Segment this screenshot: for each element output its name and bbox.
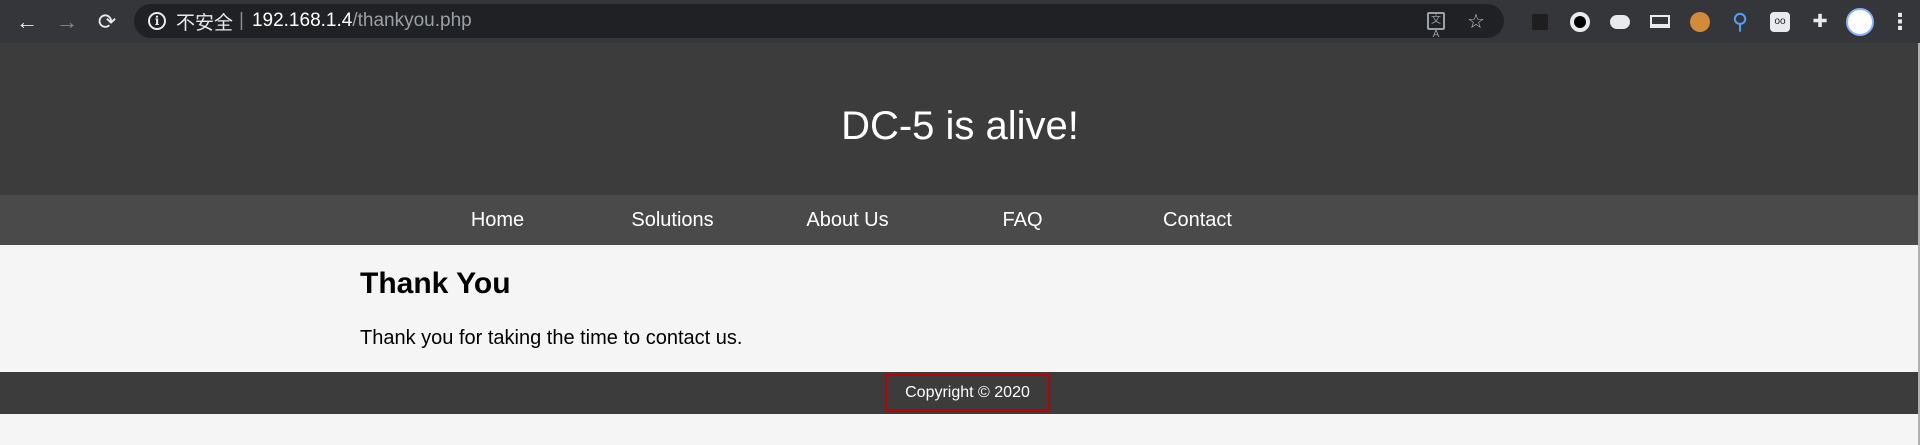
extension-4-button[interactable] [1640, 0, 1680, 43]
nav-link-contact[interactable]: Contact [1110, 195, 1285, 245]
nav-link-faq[interactable]: FAQ [935, 195, 1110, 245]
browser-menu-button[interactable]: ⋮ [1880, 0, 1920, 43]
location-pin-extension-icon: ⚲ [1731, 8, 1749, 34]
copyright-notice: Copyright © 2020 [885, 374, 1050, 412]
info-icon[interactable]: i [148, 12, 166, 30]
extensions-area: ⚲ oo ✚ ⋮ [1520, 0, 1920, 43]
arrow-left-icon: ← [16, 8, 38, 34]
forward-button[interactable]: → [47, 0, 87, 43]
puzzle-icon: ✚ [1812, 11, 1828, 31]
bookmark-button[interactable]: ☆ [1456, 4, 1496, 38]
extension-5-button[interactable] [1680, 0, 1720, 43]
cookie-extension-icon [1690, 11, 1710, 32]
star-icon: ☆ [1467, 10, 1485, 33]
extension-3-button[interactable] [1600, 0, 1640, 43]
thank-you-message: Thank you for taking the time to contact… [360, 327, 743, 349]
address-bar-actions: 文A ☆ [1416, 4, 1496, 40]
url-host[interactable]: 192.168.1.4 [252, 10, 352, 32]
profile-button[interactable] [1840, 0, 1880, 43]
browser-toolbar: ← → ⟳ i 不安全 | 192.168.1.4/thankyou.php 文… [0, 0, 1920, 43]
extension-6-button[interactable]: ⚲ [1720, 0, 1760, 43]
arrow-right-icon: → [56, 8, 78, 34]
site-title: DC-5 is alive! [841, 103, 1079, 148]
url-path[interactable]: /thankyou.php [352, 10, 471, 32]
site-footer: Copyright © 2020 [0, 372, 1920, 414]
address-bar[interactable]: i 不安全 | 192.168.1.4/thankyou.php 文A ☆ [134, 4, 1504, 40]
laptop-extension-icon [1650, 15, 1670, 28]
ring-extension-icon [1570, 11, 1590, 32]
extensions-menu-button[interactable]: ✚ [1800, 0, 1840, 43]
dark-square-extension-icon [1532, 13, 1548, 30]
translate-icon: 文A [1427, 12, 1445, 40]
cloud-extension-icon [1610, 14, 1630, 29]
reload-button[interactable]: ⟳ [87, 0, 127, 43]
site-header: DC-5 is alive! [0, 43, 1920, 195]
glasses-extension-icon: oo [1770, 11, 1790, 32]
nav-link-home[interactable]: Home [410, 195, 585, 245]
reload-icon: ⟳ [97, 8, 117, 34]
translate-button[interactable]: 文A [1416, 4, 1456, 40]
more-vertical-icon: ⋮ [1889, 8, 1911, 34]
nav-link-solutions[interactable]: Solutions [585, 195, 760, 245]
extension-2-button[interactable] [1560, 0, 1600, 43]
page-heading: Thank You [360, 267, 511, 300]
extension-7-button[interactable]: oo [1760, 0, 1800, 43]
main-navigation: Home Solutions About Us FAQ Contact [0, 195, 1920, 245]
security-status-label[interactable]: 不安全 [176, 8, 233, 35]
extension-1-button[interactable] [1520, 0, 1560, 43]
nav-link-about-us[interactable]: About Us [760, 195, 935, 245]
avatar [1846, 7, 1874, 36]
address-separator: | [239, 10, 244, 31]
back-button[interactable]: ← [7, 0, 47, 43]
